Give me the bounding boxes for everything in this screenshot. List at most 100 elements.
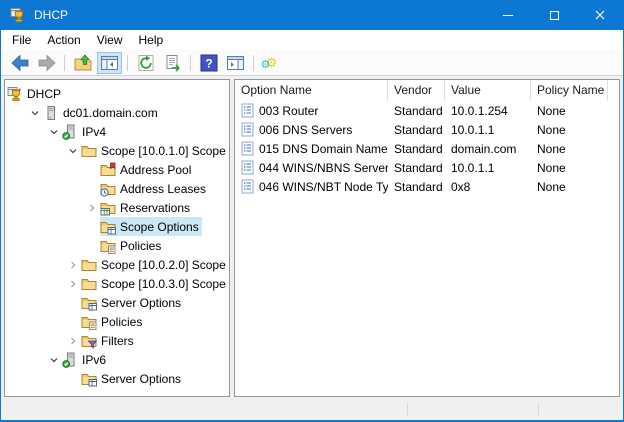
policy-cell: None	[531, 180, 608, 194]
chevron-right-icon[interactable]	[83, 203, 100, 213]
value-cell: 0x8	[445, 180, 531, 194]
chevron-right-icon[interactable]	[64, 279, 81, 289]
chevron-down-icon[interactable]	[45, 127, 62, 137]
tree-item-scope-10-0-2-0-scope-2[interactable]: Scope [10.0.2.0] Scope 2	[5, 255, 229, 274]
column-header-option-name[interactable]: Option Name	[235, 80, 388, 101]
chevron-right-icon[interactable]	[64, 336, 81, 346]
back-arrow-icon	[10, 53, 30, 73]
option-row-003-router[interactable]: 003 RouterStandard10.0.1.254None	[235, 101, 619, 120]
value-cell: domain.com	[445, 142, 531, 156]
option-icon	[240, 141, 255, 156]
toolbar-separator	[127, 55, 128, 71]
svg-text:?: ?	[205, 56, 212, 70]
option-name-cell: 003 Router	[235, 103, 388, 118]
folder-options-icon	[81, 295, 97, 311]
menu-bar: File Action View Help	[1, 30, 623, 50]
tree-item-label: Server Options	[101, 372, 181, 386]
chevron-down-icon[interactable]	[26, 108, 43, 118]
up-one-level-button[interactable]	[70, 52, 95, 74]
option-name-cell: 044 WINS/NBNS Servers	[235, 160, 388, 175]
option-row-015-dns-domain-name[interactable]: 015 DNS Domain NameStandarddomain.comNon…	[235, 139, 619, 158]
show-action-pane-button[interactable]	[223, 52, 248, 74]
folder-clock-icon	[100, 181, 116, 197]
vendor-cell: Standard	[388, 104, 445, 118]
action-pane-icon	[226, 54, 245, 72]
option-name-cell: 006 DNS Servers	[235, 122, 388, 137]
help-button[interactable]: ?	[196, 52, 221, 74]
tree-item-ipv6[interactable]: IPv6	[5, 350, 229, 369]
policy-cell: None	[531, 161, 608, 175]
tree-item-filters[interactable]: Filters	[5, 331, 229, 350]
refresh-button[interactable]	[133, 52, 158, 74]
back-button[interactable]	[7, 52, 32, 74]
tree-item-server-options[interactable]: Server Options	[5, 369, 229, 388]
toolbar-separator	[64, 55, 65, 71]
menu-view[interactable]: View	[89, 31, 131, 50]
option-name-text: 044 WINS/NBNS Servers	[259, 161, 388, 175]
gears-button[interactable]: ⚙⚙	[259, 52, 284, 74]
tree-item-scope-10-0-1-0-scope-1[interactable]: Scope [10.0.1.0] Scope 1	[5, 141, 229, 160]
tree-item-ipv4[interactable]: IPv4	[5, 122, 229, 141]
tree-item-reservations[interactable]: Reservations	[5, 198, 229, 217]
folder-pool-icon	[100, 162, 116, 178]
column-header-value[interactable]: Value	[445, 80, 531, 101]
column-header-filler	[608, 80, 619, 101]
menu-action[interactable]: Action	[39, 31, 88, 50]
vendor-cell: Standard	[388, 123, 445, 137]
value-cell: 10.0.1.1	[445, 161, 531, 175]
content-area: DHCPdc01.domain.com IPv4Scope [10.0.1.0] …	[1, 76, 623, 399]
tree-item-policies[interactable]: Policies	[5, 236, 229, 255]
tree-item-dc01-domain-com[interactable]: dc01.domain.com	[5, 103, 229, 122]
tree-item-address-leases[interactable]: Address Leases	[5, 179, 229, 198]
tree-item-scope-options[interactable]: Scope Options	[5, 217, 229, 236]
folder-options-icon	[100, 219, 116, 235]
window-title: DHCP	[34, 8, 68, 22]
column-header-policy-name[interactable]: Policy Name	[531, 80, 608, 101]
dhcp-app-icon	[10, 7, 26, 23]
status-bar	[1, 399, 623, 420]
tree-item-label: DHCP	[27, 87, 61, 101]
tree-item-label: dc01.domain.com	[63, 106, 158, 120]
status-bar-separator	[407, 403, 408, 416]
tree-item-label: Scope [10.0.3.0] Scope 3	[101, 277, 230, 291]
option-icon	[240, 103, 255, 118]
option-icon	[240, 122, 255, 137]
tree-item-label: Scope Options	[120, 220, 199, 234]
option-icon	[240, 160, 255, 175]
vendor-cell: Standard	[388, 180, 445, 194]
dhcp-console-window: DHCP File Action View Help	[0, 0, 624, 422]
folder-scroll-icon	[81, 314, 97, 330]
tree-item-label: Address Leases	[120, 182, 206, 196]
option-row-046-wins-nbt-node-type[interactable]: 046 WINS/NBT Node TypeStandard0x8None	[235, 177, 619, 196]
chevron-down-icon[interactable]	[64, 146, 81, 156]
tree-item-dhcp[interactable]: DHCP	[5, 84, 229, 103]
tree-item-policies[interactable]: Policies	[5, 312, 229, 331]
option-name-cell: 046 WINS/NBT Node Type	[235, 179, 388, 194]
show-console-tree-button[interactable]	[97, 52, 122, 74]
minimize-icon	[503, 15, 513, 16]
minimize-button[interactable]	[485, 0, 531, 30]
tree-item-address-pool[interactable]: Address Pool	[5, 160, 229, 179]
export-list-button[interactable]	[160, 52, 185, 74]
option-row-044-wins-nbns-servers[interactable]: 044 WINS/NBNS ServersStandard10.0.1.1Non…	[235, 158, 619, 177]
maximize-button[interactable]	[531, 0, 577, 30]
menu-help[interactable]: Help	[131, 31, 172, 50]
refresh-icon	[137, 54, 155, 72]
option-row-006-dns-servers[interactable]: 006 DNS ServersStandard10.0.1.1None	[235, 120, 619, 139]
folder-scroll-icon	[100, 238, 116, 254]
vendor-cell: Standard	[388, 161, 445, 175]
column-header-vendor[interactable]: Vendor	[388, 80, 445, 101]
forward-arrow-icon	[37, 53, 57, 73]
chevron-right-icon[interactable]	[64, 260, 81, 270]
tree-item-label: Server Options	[101, 296, 181, 310]
policy-cell: None	[531, 142, 608, 156]
close-button[interactable]	[577, 0, 623, 30]
folder-icon	[81, 257, 97, 273]
vendor-cell: Standard	[388, 142, 445, 156]
tree-item-scope-10-0-3-0-scope-3[interactable]: Scope [10.0.3.0] Scope 3	[5, 274, 229, 293]
tree-item-server-options[interactable]: Server Options	[5, 293, 229, 312]
menu-file[interactable]: File	[4, 31, 39, 50]
chevron-down-icon[interactable]	[45, 355, 62, 365]
forward-button[interactable]	[34, 52, 59, 74]
folder-grid-icon	[100, 200, 116, 216]
